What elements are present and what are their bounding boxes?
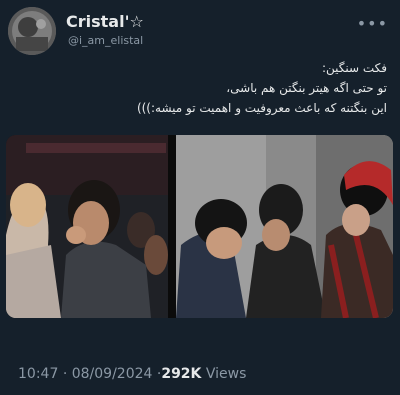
photo-right-graphic (176, 135, 393, 318)
tweet-date[interactable]: 08/09/2024 (72, 366, 153, 382)
meta-separator: · (62, 366, 68, 382)
display-name[interactable]: Cristal'☆ (66, 12, 144, 31)
avatar-image (8, 7, 56, 55)
tweet-text-line: تو حتی اگه هیتر بنگتن هم باشی، (226, 81, 387, 95)
media-photo-right[interactable] (176, 135, 393, 318)
photo-left-graphic (6, 135, 168, 318)
tweet-meta: 10:47 · 08/09/2024 ·292K Views (18, 366, 246, 382)
tweet-text-line: این بنگتنه که باعث معروفیت و اهمیت تو می… (136, 101, 387, 115)
views-count: 292K (161, 366, 202, 382)
avatar[interactable] (8, 7, 56, 55)
tweet-media[interactable] (6, 135, 393, 318)
more-horizontal-icon[interactable]: ••• (357, 16, 388, 32)
media-photo-left[interactable] (6, 135, 168, 318)
tweet-time[interactable]: 10:47 (18, 366, 58, 382)
tweet-text-line: فکت سنگین: (321, 61, 387, 75)
tweet-card: Cristal'☆ @i_am_elistal ••• فکت سنگین: ت… (0, 0, 400, 395)
user-handle[interactable]: @i_am_elistal (68, 34, 143, 47)
views-label: Views (205, 366, 247, 382)
tweet-text: فکت سنگین: تو حتی اگه هیتر بنگتن هم باشی… (27, 58, 387, 118)
